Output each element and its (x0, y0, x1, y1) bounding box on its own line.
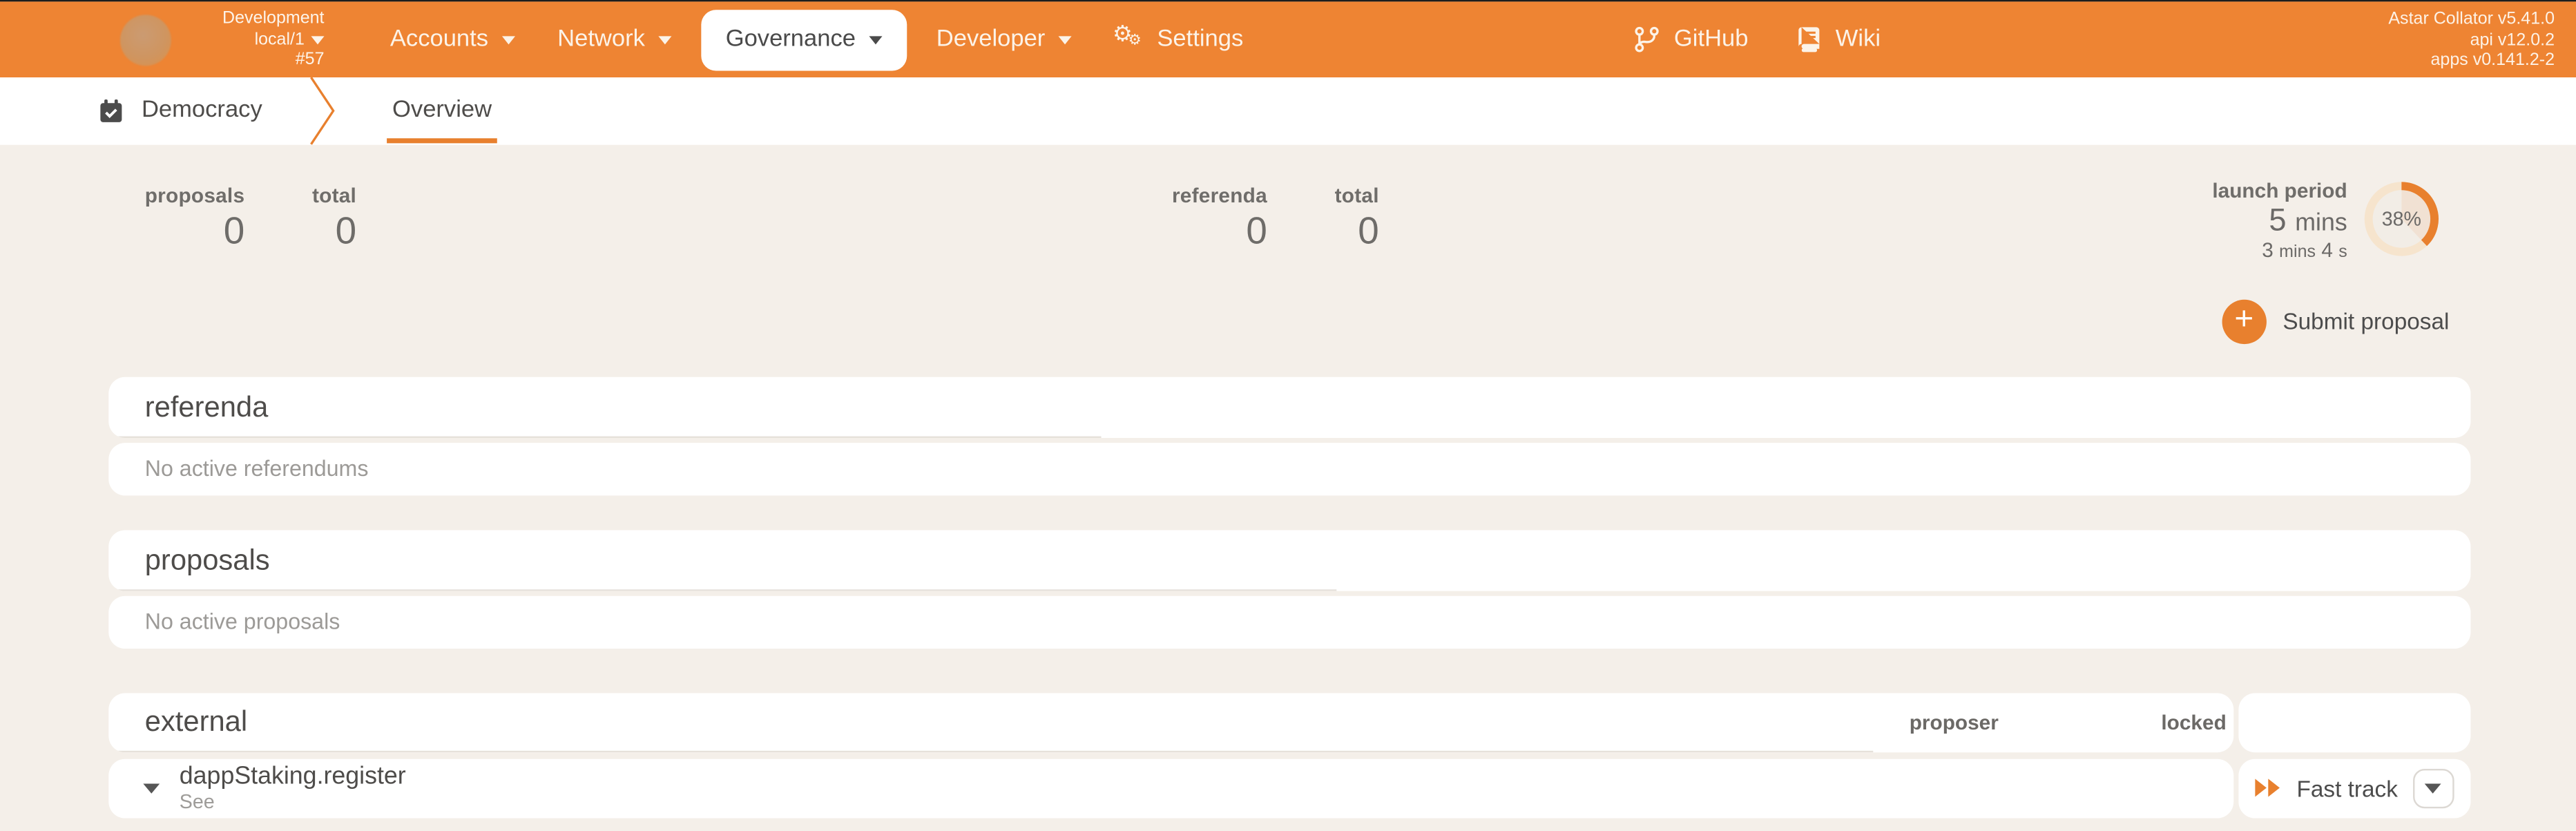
external-header-row: external proposer locked (108, 692, 2471, 752)
section-crumb: Democracy (99, 77, 262, 144)
calendar-check-icon (100, 99, 122, 122)
apps-version: apps v0.141.2-2 (2430, 50, 2555, 70)
stat-referenda-total: total 0 (1334, 183, 1379, 251)
nav-item-settings[interactable]: ⚙ ⚙ Settings (1093, 2, 1265, 77)
column-header-locked: locked (2161, 710, 2227, 734)
node-name: local/1 (193, 30, 325, 50)
launch-period-text: launch period 5 mins 3 mins 4 s (2212, 179, 2347, 263)
wiki-link[interactable]: Wiki (1798, 27, 1881, 53)
page-content: proposals 0 total 0 referenda 0 total 0 … (0, 144, 2576, 831)
proposals-header: proposals (108, 529, 2471, 591)
chevron-down-icon (501, 35, 515, 44)
launch-period-value: 5 mins (2269, 203, 2347, 238)
chevron-right-icon (310, 77, 336, 144)
submit-proposal-button[interactable]: + Submit proposal (2222, 298, 2449, 344)
referenda-header: referenda (108, 376, 2471, 437)
call-info: dappStaking.register See (180, 763, 406, 813)
github-link[interactable]: GitHub (1635, 27, 1748, 53)
call-note: See (179, 790, 215, 813)
book-icon (1798, 27, 1820, 52)
chain-logo[interactable] (119, 14, 171, 66)
chain-name: Development (222, 8, 325, 29)
nav-item-accounts[interactable]: Accounts (369, 2, 536, 77)
section-title: Democracy (141, 97, 262, 124)
external-links: GitHub Wiki (1635, 2, 1881, 77)
plus-icon: + (2222, 298, 2267, 344)
proposals-section: proposals No active proposals (108, 529, 2471, 649)
nav-item-network[interactable]: Network (536, 2, 693, 77)
stat-referenda: referenda 0 (1171, 183, 1267, 251)
progress-percent: 38% (2382, 208, 2421, 230)
fast-forward-icon (2255, 779, 2280, 797)
api-version: api v12.0.2 (2470, 29, 2555, 50)
tab-overview[interactable]: Overview (384, 77, 500, 144)
referenda-section: referenda No active referendums (108, 376, 2471, 495)
chevron-down-icon (869, 35, 883, 44)
call-method: dappStaking.register (179, 761, 406, 790)
app-header: Development local/1 #57 Accounts Network… (0, 2, 2576, 77)
crumb-separator (310, 77, 336, 144)
external-proposal-row: dappStaking.register See Fast track (108, 758, 2471, 818)
fast-track-button[interactable]: Fast track (2255, 775, 2398, 801)
external-actions-cell: Fast track (2238, 758, 2471, 818)
proposals-empty-row: No active proposals (108, 595, 2471, 649)
code-branch-icon (1635, 27, 1659, 53)
actions-dropdown-button[interactable] (2412, 768, 2454, 808)
main-nav: Accounts Network Governance Developer ⚙ ⚙… (369, 2, 1265, 77)
expand-caret-icon[interactable] (143, 783, 160, 793)
progress-ring: 38% (2364, 181, 2439, 256)
referenda-empty-row: No active referendums (108, 442, 2471, 495)
external-section: external proposer locked dappStaking.reg… (108, 692, 2471, 818)
tab-bar: Democracy Overview (0, 77, 2576, 144)
launch-period: launch period 5 mins 3 mins 4 s 38% (2212, 179, 2439, 263)
app-root: Development local/1 #57 Accounts Network… (0, 0, 2576, 831)
tables: referenda No active referendums proposal… (0, 376, 2576, 818)
nav-item-developer[interactable]: Developer (915, 2, 1093, 77)
network-selector[interactable]: Development local/1 #57 (193, 9, 325, 71)
chevron-down-icon (657, 35, 672, 44)
proposals-stats: proposals 0 total 0 (145, 184, 356, 253)
chevron-down-icon (311, 36, 325, 45)
gears-icon: ⚙ ⚙ (1113, 21, 1142, 49)
node-version: Astar Collator v5.41.0 (2388, 9, 2555, 29)
version-info: Astar Collator v5.41.0 api v12.0.2 apps … (2388, 9, 2555, 70)
nav-item-governance[interactable]: Governance (700, 9, 907, 70)
stat-proposals-total: total 0 (311, 183, 357, 251)
referenda-stats: referenda 0 total 0 (1172, 184, 1379, 253)
chevron-down-icon (1058, 35, 1072, 44)
best-block: #57 (295, 50, 325, 70)
column-header-proposer: proposer (1909, 710, 1999, 734)
external-header: external proposer locked (108, 692, 2234, 752)
stat-proposals: proposals 0 (144, 183, 245, 251)
external-proposal-cell: dappStaking.register See (108, 758, 2234, 818)
chevron-down-icon (2425, 783, 2442, 793)
external-actions-header (2238, 692, 2471, 752)
launch-period-remaining: 3 mins 4 s (2262, 238, 2347, 261)
